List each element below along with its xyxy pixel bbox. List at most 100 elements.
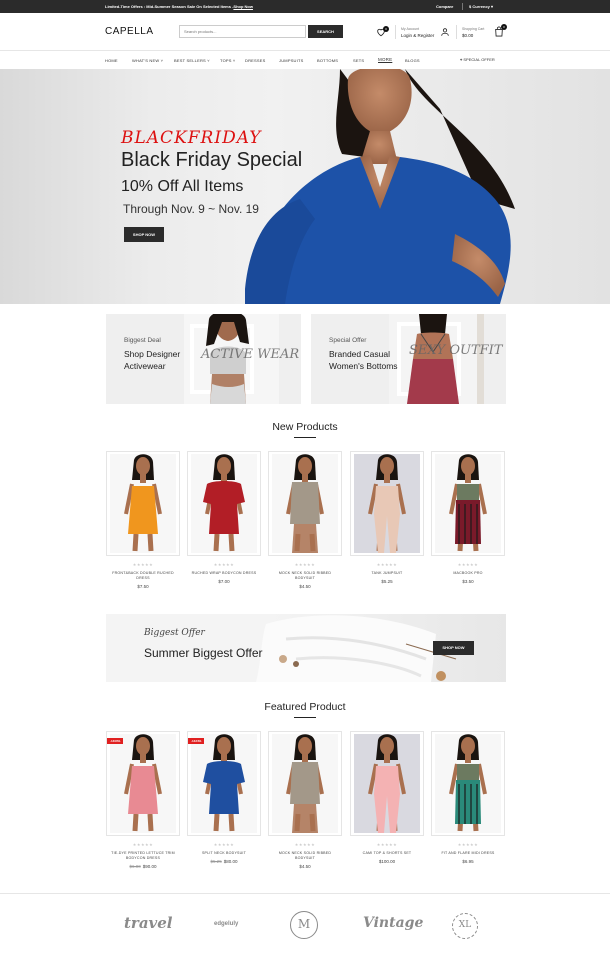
nav-item-best-sellers[interactable]: BEST SELLERS ˅ (174, 58, 210, 63)
nav-item-home[interactable]: HOME (105, 58, 118, 63)
product-image[interactable]: -1424% (187, 731, 261, 836)
product-name[interactable]: MOCK NECK SOLID RIBBED BODYSUIT (268, 851, 342, 861)
bottoms-script-text: SEXY OUTFIT (409, 343, 503, 358)
product-name[interactable]: CAMI TOP & SHORTS SET (350, 851, 424, 856)
search-button[interactable]: SEARCH (308, 25, 343, 38)
original-price: $6.00 (129, 864, 141, 869)
product-card[interactable]: ★★★★★ MOCK NECK SOLID RIBBED BODYSUIT $4.5… (268, 731, 342, 869)
nav-item-sets[interactable]: SETS (353, 58, 364, 63)
current-price: $3.50 (462, 579, 474, 584)
hero-subtitle: 10% Off All Items (121, 178, 244, 195)
currency-selector[interactable]: $ Currency ▾ (469, 4, 493, 9)
current-price: $5.25 (381, 579, 393, 584)
product-card[interactable]: -1400% ★★★★★ TIE-DYE PRINTED LETTUCE TRIM … (106, 731, 180, 869)
sale-badge: -1400% (107, 738, 124, 744)
nav-item-dresses[interactable]: DRESSES (245, 58, 266, 63)
star-rating: ★★★★★ (132, 562, 154, 567)
summer-shop-now-button[interactable]: SHOP NOW (433, 641, 474, 655)
nav-item-more[interactable]: MORE (378, 57, 392, 62)
tag-icon: ⌖ (460, 57, 463, 62)
product-card[interactable]: ★★★★★ TANK JUMPSUIT $5.25 (350, 451, 424, 584)
product-image[interactable] (431, 731, 505, 836)
nav-item-tops[interactable]: TOPS ˅ (220, 58, 235, 63)
product-image[interactable] (431, 451, 505, 556)
product-name[interactable]: MACBOOK PRO (431, 571, 505, 576)
promo-banner-bottoms[interactable]: SEXY OUTFIT Special Offer Branded Casual… (311, 314, 506, 404)
summer-offer-banner[interactable]: Biggest Offer Summer Biggest Offer SHOP … (106, 614, 506, 682)
search-input[interactable] (179, 25, 306, 38)
current-price: $80.00 (223, 859, 238, 864)
header-divider (456, 25, 457, 39)
product-name[interactable]: RUCHED WRAP BODYCON DRESS (187, 571, 261, 576)
login-register-link[interactable]: Login & Register (401, 33, 434, 38)
product-image[interactable] (350, 451, 424, 556)
product-card[interactable]: ★★★★★ MACBOOK PRO $3.50 (431, 451, 505, 584)
product-image[interactable] (187, 451, 261, 556)
product-name[interactable]: TIE-DYE PRINTED LETTUCE TRIM BODYCON DRE… (106, 851, 180, 861)
nav-item-jumpsuits[interactable]: JUMPSUITS (279, 58, 303, 63)
product-image[interactable] (268, 451, 342, 556)
main-navigation: HOME WHAT'S NEW ˅ BEST SELLERS ˅ TOPS ˅ … (0, 51, 610, 69)
product-image[interactable] (268, 731, 342, 836)
activewear-script-text: ACTIVE WEAR (201, 347, 300, 362)
account-label: My Account (401, 27, 420, 31)
product-price: $6.95 (431, 859, 505, 864)
current-price: $4.50 (299, 864, 311, 869)
star-rating: ★★★★★ (294, 562, 316, 567)
banner-label: Special Offer (329, 337, 367, 344)
site-logo[interactable]: CAPELLA (105, 26, 154, 37)
star-rating: ★★★★★ (294, 842, 316, 847)
product-image[interactable]: -1400% (106, 731, 180, 836)
brand-logo-edgeluly[interactable]: edgeluly (214, 921, 238, 927)
product-price: $100.00 (350, 859, 424, 864)
product-card[interactable]: ★★★★★ FIT AND FLARE MIDI DRESS $6.95 (431, 731, 505, 864)
product-card[interactable]: -1424% ★★★★★ SPLIT NECK BODYSUIT $5.25 $80.0… (187, 731, 261, 864)
star-rating: ★★★★★ (376, 562, 398, 567)
hero-model-image (245, 69, 515, 304)
product-image[interactable] (106, 451, 180, 556)
special-offer-link[interactable]: ⌖ SPECIAL OFFER (460, 57, 495, 62)
product-name[interactable]: MOCK NECK SOLID RIBBED BODYSUIT (268, 571, 342, 581)
current-price: $6.95 (462, 859, 474, 864)
hero-script-title: BLACKFRIDAY (121, 128, 262, 148)
user-icon[interactable] (440, 27, 450, 37)
new-products-heading: New Products (272, 421, 338, 433)
header-divider (395, 25, 396, 39)
product-price: $4.50 (268, 864, 342, 869)
hero-banner: BLACKFRIDAY Black Friday Special 10% Off… (0, 69, 610, 304)
featured-product-heading: Featured Product (264, 701, 346, 713)
banner-title: Shop Designer Activewear (124, 349, 181, 371)
star-rating: ★★★★★ (213, 842, 235, 847)
hero-shop-now-button[interactable]: SHOP NOW (124, 227, 164, 242)
brand-logo-travel[interactable]: travel (124, 914, 173, 932)
brand-logo-xl[interactable]: XL (452, 913, 478, 939)
site-header: CAPELLA SEARCH 0 My Account Login & Regi… (0, 13, 610, 51)
heading-underline (294, 437, 316, 438)
product-name[interactable]: SPLIT NECK BODYSUIT (187, 851, 261, 856)
nav-item-bottoms[interactable]: BOTTOMS (317, 58, 338, 63)
promo-banner-activewear[interactable]: ACTIVE WEAR Biggest Deal Shop Designer A… (106, 314, 301, 404)
topbar-divider (462, 3, 463, 10)
brand-logos-strip: travel edgeluly M Vintage XL (0, 893, 610, 958)
current-price: $100.00 (378, 859, 396, 864)
product-card[interactable]: ★★★★★ MOCK NECK SOLID RIBBED BODYSUIT $4.5… (268, 451, 342, 589)
promo-shop-now-link[interactable]: Shop Now (233, 4, 253, 9)
product-card[interactable]: ★★★★★ FRONT&BACK DOUBLE RUCHED DRESS $7.50 (106, 451, 180, 589)
current-price: $7.00 (218, 579, 230, 584)
nav-item-whats-new[interactable]: WHAT'S NEW ˅ (132, 58, 163, 63)
product-name[interactable]: FRONT&BACK DOUBLE RUCHED DRESS (106, 571, 180, 581)
summer-title: Summer Biggest Offer (144, 646, 263, 660)
product-price: $7.00 (187, 579, 261, 584)
product-price: $5.25 (350, 579, 424, 584)
summer-script-text: Biggest Offer (144, 628, 205, 638)
compare-link[interactable]: Compare (436, 4, 453, 9)
product-image[interactable] (350, 731, 424, 836)
brand-logo-vintage[interactable]: Vintage (363, 915, 423, 931)
product-card[interactable]: ★★★★★ CAMI TOP & SHORTS SET $100.00 (350, 731, 424, 864)
product-name[interactable]: FIT AND FLARE MIDI DRESS (431, 851, 505, 856)
top-announcement-bar: Limited-Time Offers : Mid-Summer Season … (0, 0, 610, 13)
brand-logo-m[interactable]: M (290, 911, 318, 939)
product-name[interactable]: TANK JUMPSUIT (350, 571, 424, 576)
product-card[interactable]: ★★★★★ RUCHED WRAP BODYCON DRESS $7.00 (187, 451, 261, 584)
nav-item-blogs[interactable]: BLOGS (405, 58, 420, 63)
